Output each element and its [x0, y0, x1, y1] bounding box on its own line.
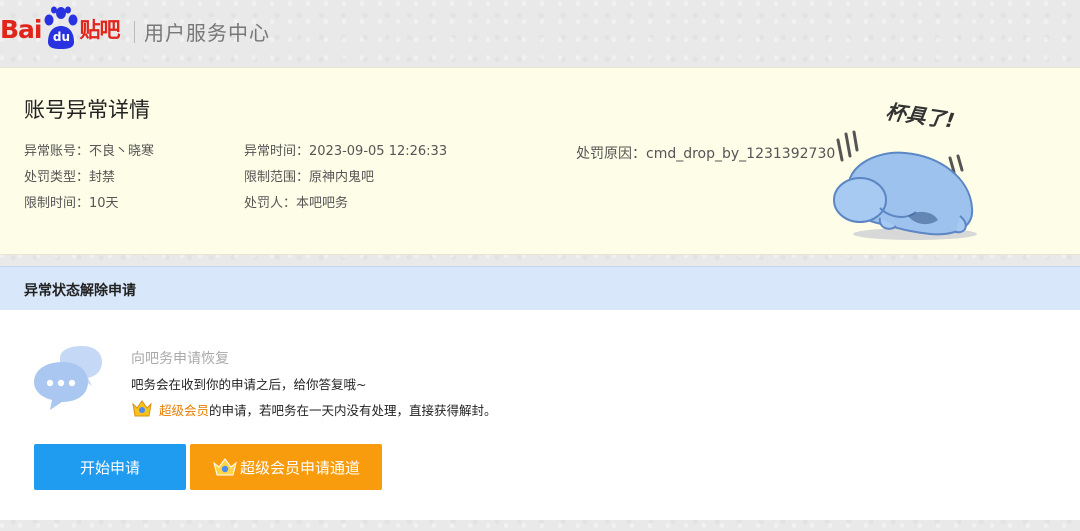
info-punisher: 处罚人：本吧吧务 [244, 192, 348, 211]
info-account: 异常账号：不良丶晓寒 [24, 140, 154, 159]
info-scope: 限制范围：原神内鬼吧 [244, 166, 374, 185]
vip-highlight-text[interactable]: 超级会员 [159, 400, 209, 419]
info-account-label: 异常账号： [24, 144, 90, 159]
sad-mascot-illustration: 杯具了! [820, 88, 990, 253]
info-time-value: 2023-09-05 12:26:33 [309, 144, 448, 159]
baidu-paw-icon: du [43, 6, 79, 52]
appeal-section-title: 异常状态解除申请 [24, 283, 136, 299]
info-scope-label: 限制范围： [244, 170, 310, 185]
info-reason-value: cmd_drop_by_1231392730 [646, 146, 836, 162]
info-reason: 处罚原因：cmd_drop_by_1231392730 [576, 143, 835, 163]
vip-crown-icon [132, 400, 152, 417]
info-punisher-value: 本吧吧务 [296, 196, 349, 211]
info-penalty: 处罚类型：封禁 [24, 166, 115, 185]
start-appeal-button[interactable]: 开始申请 [34, 444, 186, 490]
info-penalty-value: 封禁 [89, 170, 116, 185]
baidu-tieba-logo[interactable]: Bai du 贴吧 [0, 2, 121, 52]
info-penalty-label: 处罚类型： [24, 170, 90, 185]
logo-tieba-text: 贴吧 [79, 18, 121, 42]
info-time-label: 异常时间： [244, 144, 310, 159]
info-account-value: 不良丶晓寒 [89, 144, 155, 159]
info-punisher-label: 处罚人： [244, 196, 297, 211]
logo-du-text: du [52, 30, 71, 44]
vip-benefit-text: 的申请，若吧务在一天内没有处理，直接获得解封。 [209, 402, 497, 418]
info-reason-label: 处罚原因： [576, 146, 646, 162]
info-duration-value: 10天 [89, 196, 119, 211]
info-scope-value: 原神内鬼吧 [309, 170, 375, 185]
vip-appeal-button[interactable]: 超级会员申请通道 [190, 444, 382, 490]
chat-bubbles-icon [32, 344, 104, 412]
appeal-section-header: 异常状态解除申请 [0, 266, 1080, 310]
account-anomaly-card: 账号异常详情 异常账号：不良丶晓寒 异常时间：2023-09-05 12:26:… [0, 67, 1080, 255]
vip-benefit-line: 超级会员 的申请，若吧务在一天内没有处理，直接获得解封。 [131, 398, 497, 420]
page-title: 用户服务中心 [144, 21, 270, 45]
info-duration-label: 限制时间： [24, 196, 90, 211]
header-divider [134, 21, 135, 43]
appeal-subtitle: 向吧务申请恢复 [131, 351, 229, 367]
vip-appeal-button-label: 超级会员申请通道 [239, 458, 360, 477]
page-header: Bai du 贴吧 用户服务中心 [0, 0, 1080, 64]
account-anomaly-title: 账号异常详情 [24, 98, 150, 122]
info-duration: 限制时间：10天 [24, 192, 119, 211]
logo-bai-text: Bai [0, 15, 42, 44]
info-time: 异常时间：2023-09-05 12:26:33 [244, 140, 447, 159]
appeal-description: 吧务会在收到你的申请之后，给你答复哦~ [131, 377, 367, 392]
vip-crown-icon [213, 458, 237, 476]
appeal-section-body: 向吧务申请恢复 吧务会在收到你的申请之后，给你答复哦~ 超级会员 的申请，若吧务在… [0, 310, 1080, 520]
